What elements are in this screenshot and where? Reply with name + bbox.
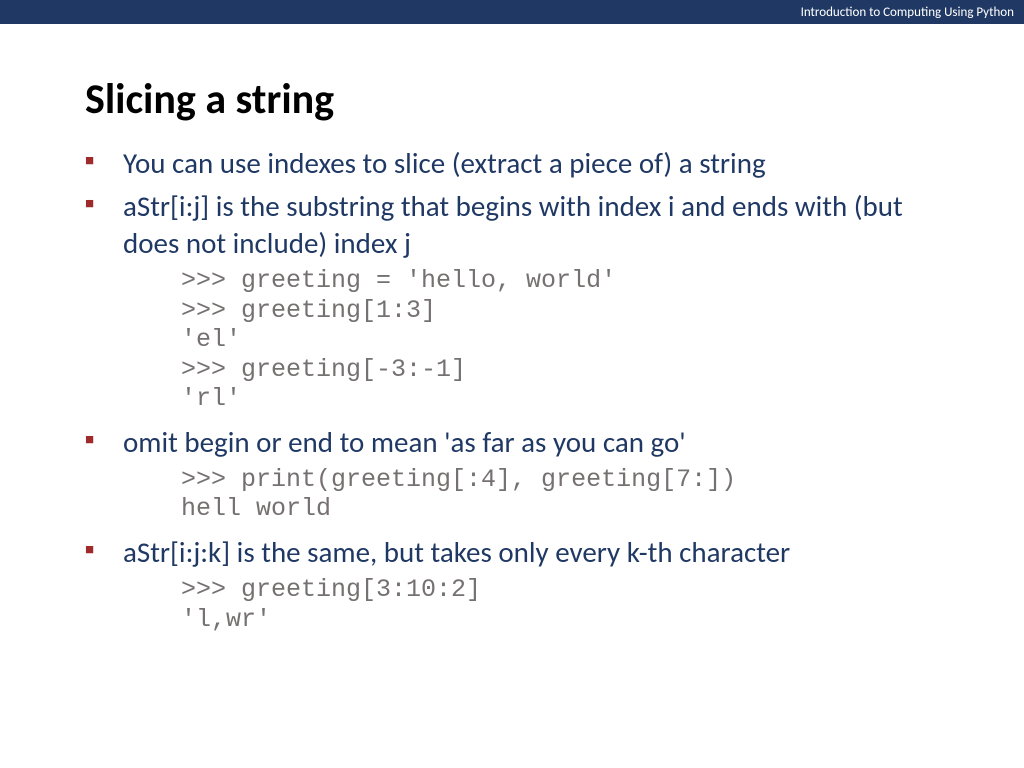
header-course-title: Introduction to Computing Using Python <box>801 5 1014 20</box>
bullet-text: You can use indexes to slice (extract a … <box>123 145 939 182</box>
code-block: >>> print(greeting[:4], greeting[7:]) he… <box>123 465 939 524</box>
code-block: >>> greeting[3:10:2] 'l,wr' <box>123 575 939 634</box>
bullet-item: aStr[i:j] is the substring that begins w… <box>85 188 939 414</box>
bullet-list: You can use indexes to slice (extract a … <box>85 145 939 634</box>
bullet-text: omit begin or end to mean 'as far as you… <box>123 424 939 461</box>
header-bar: Introduction to Computing Using Python <box>0 0 1024 24</box>
bullet-item: You can use indexes to slice (extract a … <box>85 145 939 182</box>
slide-title: Slicing a string <box>85 74 939 125</box>
bullet-item: aStr[i:j:k] is the same, but takes only … <box>85 534 939 634</box>
bullet-text: aStr[i:j:k] is the same, but takes only … <box>123 534 939 571</box>
bullet-item: omit begin or end to mean 'as far as you… <box>85 424 939 524</box>
bullet-text: aStr[i:j] is the substring that begins w… <box>123 188 939 262</box>
code-block: >>> greeting = 'hello, world' >>> greeti… <box>123 266 939 414</box>
slide-content: Slicing a string You can use indexes to … <box>0 24 1024 634</box>
